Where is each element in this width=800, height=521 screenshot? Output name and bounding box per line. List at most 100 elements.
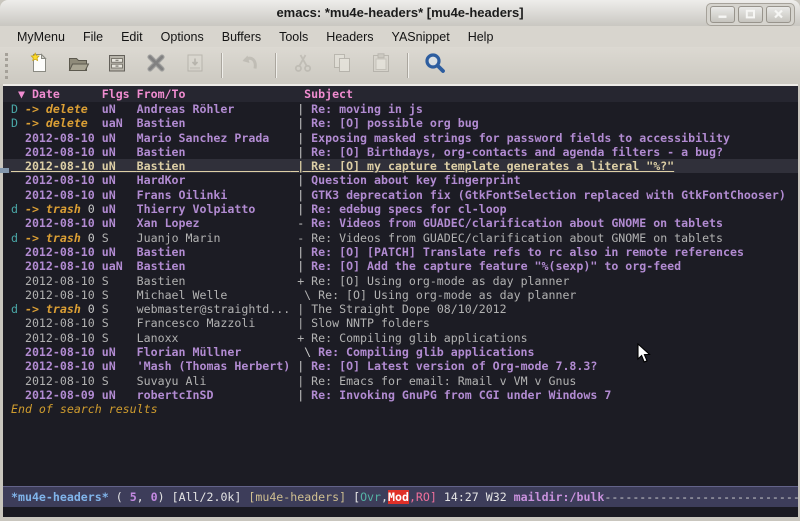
- modeline-segment: 5: [130, 490, 137, 504]
- header-row[interactable]: 2012-08-10 S Francesco Mazzoli | Slow NN…: [3, 316, 798, 330]
- row-segment: S: [102, 231, 137, 245]
- row-segment: \: [290, 288, 318, 302]
- header-row[interactable]: 2012-08-10 S Suvayu Ali | Re: Emacs for …: [3, 374, 798, 388]
- menu-buffers[interactable]: Buffers: [213, 28, 270, 46]
- row-segment: [11, 345, 25, 359]
- row-segment: [11, 145, 25, 159]
- menu-mymenu[interactable]: MyMenu: [8, 28, 74, 46]
- minimize-button[interactable]: [710, 6, 735, 23]
- row-segment: [11, 259, 25, 273]
- row-segment: 2012-08-10: [25, 145, 102, 159]
- row-segment: [11, 374, 25, 388]
- delete-button[interactable]: [141, 52, 171, 80]
- row-segment: uN: [102, 145, 137, 159]
- row-segment: 'Mash (Thomas Herbert): [137, 359, 291, 373]
- row-segment: Frans Oilinki: [137, 188, 291, 202]
- modeline-segment: [mu4e-headers]: [248, 490, 353, 504]
- row-segment: -> delete: [25, 102, 102, 116]
- row-segment: -: [290, 216, 311, 230]
- row-segment: [11, 316, 25, 330]
- titlebar[interactable]: emacs: *mu4e-headers* [mu4e-headers]: [0, 0, 800, 27]
- menu-headers[interactable]: Headers: [317, 28, 382, 46]
- modeline-segment: 0: [151, 490, 158, 504]
- row-segment: Re: [O] Add the capture feature "%(sexp)…: [311, 259, 681, 273]
- menu-options[interactable]: Options: [152, 28, 213, 46]
- row-segment: |: [290, 202, 311, 216]
- row-segment: S: [102, 274, 137, 288]
- row-segment: Bastien: [137, 259, 291, 273]
- row-segment: Bastien: [137, 274, 291, 288]
- row-segment: Question about key fingerprint: [311, 173, 520, 187]
- row-segment: HardKor: [137, 173, 291, 187]
- row-segment: d: [11, 202, 25, 216]
- header-row[interactable]: 2012-08-10 uN Bastien | Re: [O] [PATCH] …: [3, 245, 798, 259]
- paste-button: [366, 52, 396, 80]
- row-segment: Re: [O] Latest version of Org-mode 7.8.3…: [311, 359, 597, 373]
- row-segment: 2012-08-09: [25, 388, 102, 402]
- undo-button: [234, 52, 264, 80]
- row-segment: Re: Videos from GUADEC/clarification abo…: [311, 216, 723, 230]
- row-segment: 2012-08-10: [25, 274, 102, 288]
- row-segment: |: [290, 302, 311, 316]
- menu-tools[interactable]: Tools: [270, 28, 317, 46]
- header-row[interactable]: 2012-08-10 S Lanoxx + Re: Compiling glib…: [3, 331, 798, 345]
- header-row[interactable]: 2012-08-10 uaN Bastien | Re: [O] Add the…: [3, 259, 798, 273]
- header-row[interactable]: d -> trash 0 S webmaster@straightd... | …: [3, 302, 798, 316]
- row-segment: [11, 359, 25, 373]
- emacs-window: emacs: *mu4e-headers* [mu4e-headers] MyM…: [0, 0, 800, 521]
- row-segment: uN: [102, 359, 137, 373]
- row-segment: -> delete: [25, 116, 102, 130]
- header-row[interactable]: d -> trash 0 uN Thierry Volpiatto | Re: …: [3, 202, 798, 216]
- save-button[interactable]: [102, 52, 132, 80]
- save-icon: [105, 51, 129, 80]
- header-row[interactable]: D -> delete uaN Bastien | Re: [O] possib…: [3, 116, 798, 130]
- search-button[interactable]: [420, 52, 450, 80]
- header-row[interactable]: d -> trash 0 S Juanjo Marin - Re: Videos…: [3, 231, 798, 245]
- toolbar-drag-handle[interactable]: [5, 53, 12, 79]
- row-segment: Re: Videos from GUADEC/clarification abo…: [311, 231, 723, 245]
- row-segment: 2012-08-10: [25, 245, 102, 259]
- row-segment: |: [290, 259, 311, 273]
- header-row[interactable]: 2012-08-10 uN Florian Müllner \ Re: Comp…: [3, 345, 798, 359]
- header-row[interactable]: 2012-08-09 uN robertcInSD | Re: Invoking…: [3, 388, 798, 402]
- open-folder-button[interactable]: [63, 52, 93, 80]
- row-segment: S: [102, 302, 137, 316]
- row-segment: [11, 131, 25, 145]
- new-file-button[interactable]: [24, 52, 54, 80]
- header-row[interactable]: 2012-08-10 uN Bastien | Re: [O] Birthday…: [3, 145, 798, 159]
- row-segment: Exposing masked strings for password fie…: [311, 131, 730, 145]
- modeline-segment: Mod: [388, 490, 409, 504]
- row-segment: [11, 331, 25, 345]
- scrollbar-thumb[interactable]: [0, 168, 9, 173]
- header-row[interactable]: 2012-08-10 S Michael Welle \ Re: [O] Usi…: [3, 288, 798, 302]
- row-segment: [11, 388, 25, 402]
- window-controls: [706, 3, 795, 26]
- menu-file[interactable]: File: [74, 28, 112, 46]
- menu-edit[interactable]: Edit: [112, 28, 152, 46]
- mode-line[interactable]: *mu4e-headers* ( 5, 0) [All/2.0k] [mu4e-…: [3, 486, 798, 508]
- row-segment: Re: Invoking GnuPG from CGI under Window…: [311, 388, 611, 402]
- header-row[interactable]: D -> delete uN Andreas Röhler | Re: movi…: [3, 102, 798, 116]
- header-row[interactable]: 2012-08-10 uN Frans Oilinki | GTK3 depre…: [3, 188, 798, 202]
- header-row[interactable]: 2012-08-10 S Bastien + Re: [O] Using org…: [3, 274, 798, 288]
- close-button[interactable]: [766, 6, 791, 23]
- modeline-segment: 14:27 W32: [437, 490, 514, 504]
- modeline-segment: ,: [137, 490, 151, 504]
- modeline-segment: ,: [381, 490, 388, 504]
- header-row[interactable]: 2012-08-10 uN Xan Lopez - Re: Videos fro…: [3, 216, 798, 230]
- header-row[interactable]: 2012-08-10 uN Mario Sanchez Prada | Expo…: [3, 131, 798, 145]
- row-segment: -> trash: [25, 302, 81, 316]
- header-row[interactable]: 2012-08-10 uN 'Mash (Thomas Herbert) | R…: [3, 359, 798, 373]
- menu-help[interactable]: Help: [459, 28, 503, 46]
- search-icon: [423, 51, 447, 80]
- row-segment: 2012-08-10: [25, 188, 102, 202]
- header-row-current[interactable]: 2012-08-10 uN Bastien | Re: [O] my captu…: [3, 159, 798, 173]
- header-row[interactable]: 2012-08-10 uN HardKor | Question about k…: [3, 173, 798, 187]
- maximize-button[interactable]: [738, 6, 763, 23]
- menu-yasnippet[interactable]: YASnippet: [383, 28, 459, 46]
- row-segment: Re: [O] my capture template generates a …: [311, 159, 674, 173]
- paste-icon: [369, 51, 393, 80]
- minimize-icon: [717, 6, 728, 24]
- row-segment: |: [290, 388, 311, 402]
- row-segment: 0: [81, 302, 102, 316]
